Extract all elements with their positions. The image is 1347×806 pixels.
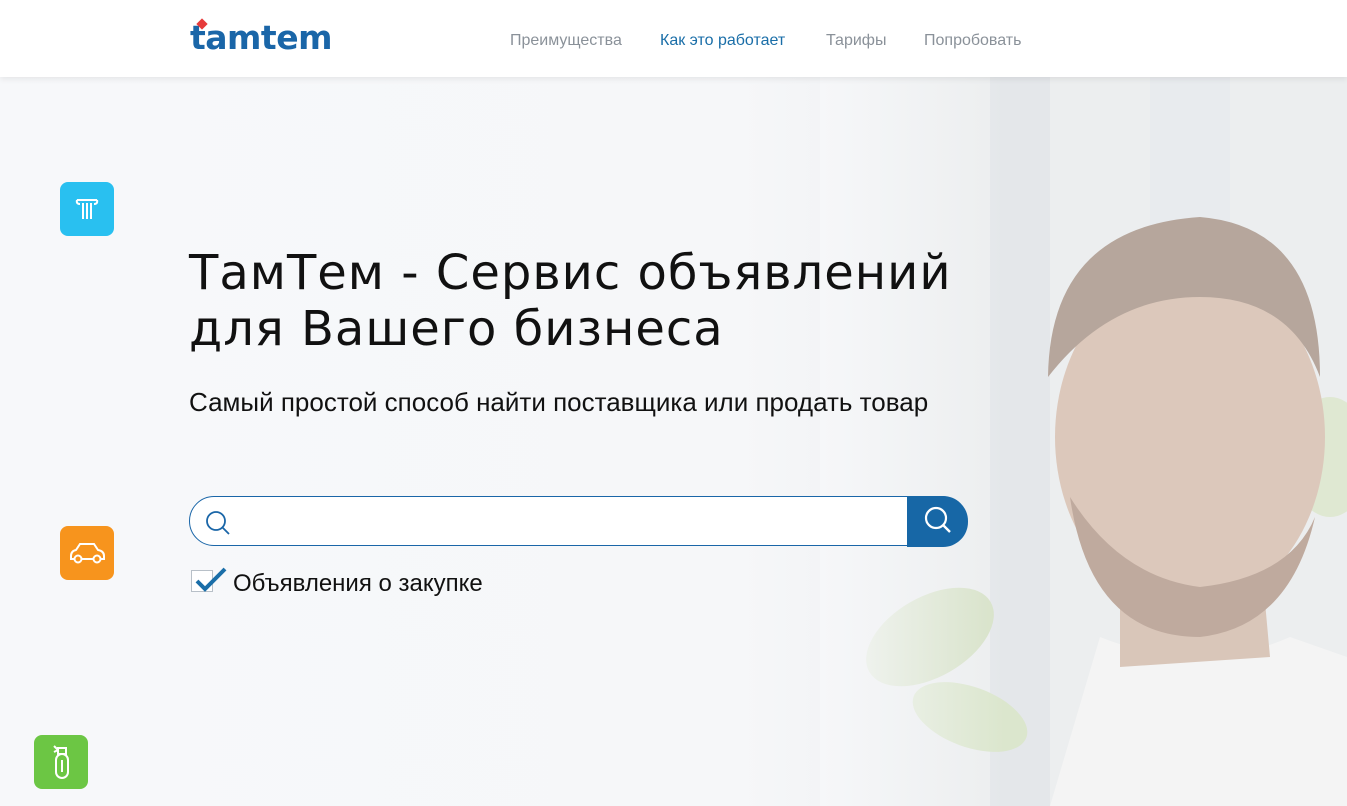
search-icon (923, 505, 953, 538)
title-line-2: для Вашего бизнеса (189, 301, 724, 357)
nav-item-try[interactable]: Попробовать (924, 32, 1021, 50)
nav-item-how-it-works[interactable]: Как это работает (660, 32, 785, 50)
hero-photo (820, 77, 1347, 806)
car-icon[interactable] (60, 526, 114, 580)
checkbox-label: Объявления о закупке (233, 570, 483, 597)
search-box[interactable] (189, 496, 966, 546)
spray-bottle-icon[interactable] (34, 735, 88, 789)
nav-item-pricing[interactable]: Тарифы (826, 32, 886, 50)
search-input[interactable] (242, 507, 896, 537)
search-bar (189, 496, 968, 547)
search-button[interactable] (907, 496, 968, 547)
main-nav: Преимущества Как это работает Тарифы Поп… (0, 32, 1347, 52)
page-title: ТамТем - Сервис объявлений для Вашего би… (189, 245, 1009, 357)
hero-section: ТамТем - Сервис объявлений для Вашего би… (0, 77, 1347, 806)
title-line-1: ТамТем - Сервис объявлений (189, 245, 952, 301)
search-icon (204, 509, 232, 541)
building-columns-icon[interactable] (60, 182, 114, 236)
purchase-ads-checkbox[interactable] (191, 567, 227, 592)
checkmark-icon (195, 567, 227, 592)
page-subtitle: Самый простой способ найти поставщика ил… (189, 387, 929, 417)
nav-item-advantages[interactable]: Преимущества (510, 32, 622, 50)
site-header: tamtem Преимущества Как это работает Тар… (0, 0, 1347, 77)
